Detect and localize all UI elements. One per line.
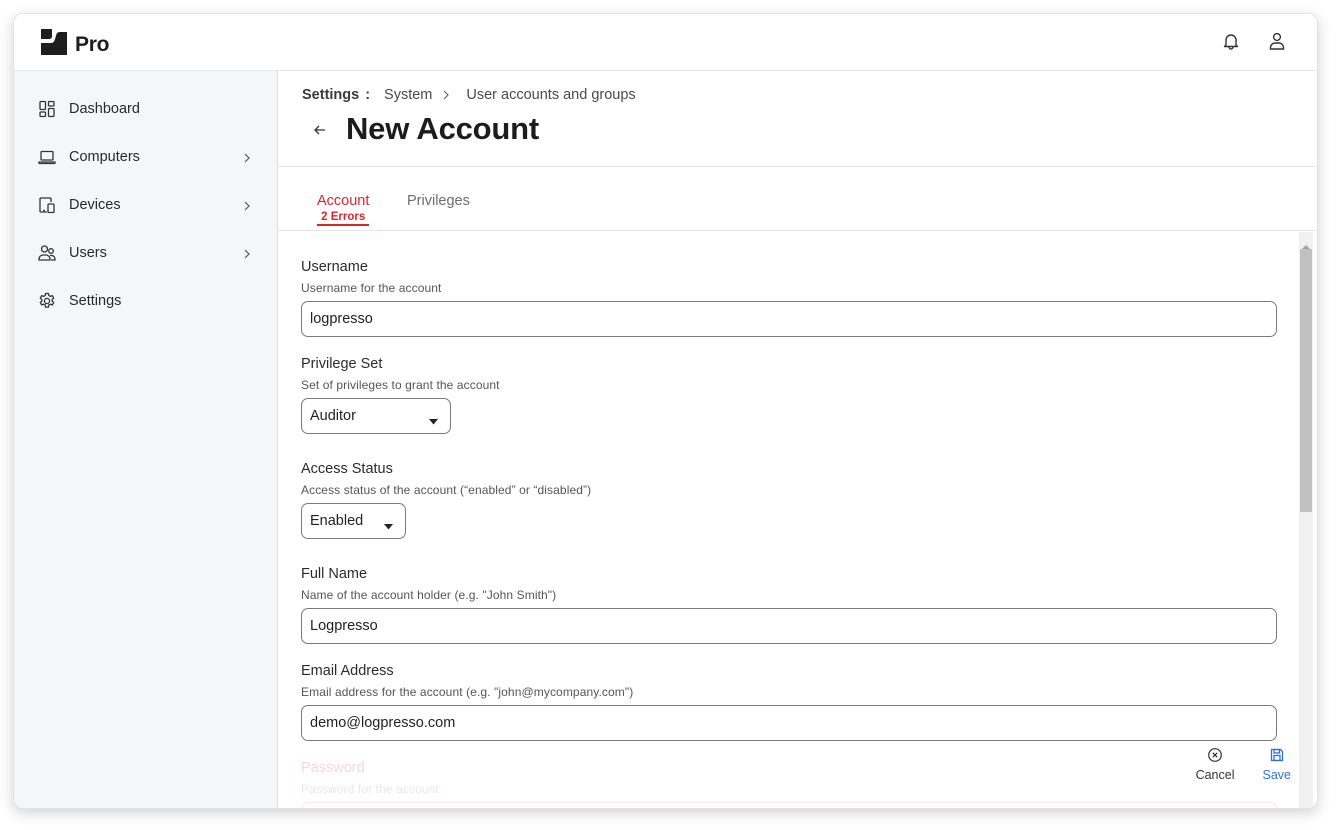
username-input[interactable]: logpresso: [301, 301, 1277, 337]
chevron-right-icon: [242, 199, 252, 211]
cancel-label: Cancel: [1195, 768, 1235, 782]
brand-logo-icon: [41, 29, 67, 60]
scroll-up-arrow-icon[interactable]: [1302, 237, 1310, 249]
breadcrumb-root[interactable]: Settings: [302, 87, 359, 103]
field-label: Username: [301, 259, 368, 275]
privilege-set-field-group: Privilege Set Set of privileges to grant…: [301, 356, 500, 434]
field-label: Full Name: [301, 566, 368, 582]
password-input[interactable]: [301, 802, 1277, 808]
sidebar-item-dashboard[interactable]: Dashboard: [14, 89, 278, 129]
tab-bar: Account 2 Errors Privileges: [278, 167, 1317, 231]
tab-account[interactable]: Account 2 Errors: [317, 193, 370, 226]
tab-label: Account: [317, 193, 370, 209]
user-icon[interactable]: [1267, 31, 1287, 51]
field-label: Password: [301, 760, 365, 776]
field-label: Email Address: [301, 663, 394, 679]
save-label: Save: [1262, 768, 1292, 782]
sidebar-item-label: Devices: [69, 197, 121, 213]
privilege-set-select[interactable]: Auditor: [301, 398, 451, 434]
field-help: Password for the account: [301, 782, 439, 796]
breadcrumb: Settings : System User accounts and grou…: [302, 87, 636, 103]
save-button[interactable]: Save: [1262, 747, 1292, 782]
password-field-group: Password Password for the account: [301, 760, 1277, 808]
chevron-right-icon: [242, 151, 252, 163]
field-label: Privilege Set: [301, 356, 383, 372]
dropdown-caret-icon: [384, 518, 393, 530]
chevron-right-icon: [442, 89, 450, 101]
dashboard-icon: [38, 100, 56, 118]
users-icon: [38, 244, 56, 262]
page-title: New Account: [346, 111, 540, 146]
field-help: Set of privileges to grant the account: [301, 378, 500, 392]
sidebar-item-label: Dashboard: [69, 101, 140, 117]
app-window: Pro Dashboard Computers Devices Users Se…: [13, 13, 1318, 809]
sidebar: Dashboard Computers Devices Users Settin…: [14, 71, 278, 808]
laptop-icon: [38, 148, 56, 166]
chevron-right-icon: [242, 247, 252, 259]
full-name-field-group: Full Name Name of the account holder (e.…: [301, 566, 1277, 644]
active-tab-indicator: [317, 224, 370, 226]
username-field-group: Username Username for the account logpre…: [301, 259, 1277, 337]
field-help: Name of the account holder (e.g. "John S…: [301, 588, 557, 602]
selected-value: Auditor: [310, 408, 356, 424]
field-help: Email address for the account (e.g. "joh…: [301, 685, 634, 699]
sidebar-item-settings[interactable]: Settings: [14, 281, 278, 321]
gear-icon: [38, 292, 56, 310]
error-count-badge: 2 Errors: [321, 211, 366, 223]
dropdown-caret-icon: [429, 413, 438, 425]
sidebar-item-devices[interactable]: Devices: [14, 185, 278, 225]
access-status-field-group: Access Status Access status of the accou…: [301, 461, 591, 539]
breadcrumb-item-user-accounts[interactable]: User accounts and groups: [466, 87, 635, 103]
form-scrollbar[interactable]: [1299, 232, 1313, 808]
close-circle-icon: [1207, 747, 1223, 763]
sidebar-item-label: Computers: [69, 149, 140, 165]
selected-value: Enabled: [310, 513, 364, 529]
account-form: Username Username for the account logpre…: [278, 232, 1317, 808]
tab-label: Privileges: [407, 193, 470, 209]
sidebar-item-users[interactable]: Users: [14, 233, 278, 273]
brand[interactable]: Pro: [41, 29, 109, 60]
breadcrumb-item-system[interactable]: System: [384, 87, 432, 103]
email-input[interactable]: demo@logpresso.com: [301, 705, 1277, 741]
tab-privileges[interactable]: Privileges: [407, 193, 470, 209]
access-status-select[interactable]: Enabled: [301, 503, 406, 539]
field-label: Access Status: [301, 461, 393, 477]
sidebar-item-label: Users: [69, 245, 107, 261]
sidebar-item-label: Settings: [69, 293, 122, 309]
main-content: Settings : System User accounts and grou…: [278, 71, 1317, 808]
form-actions: Cancel Save: [1196, 747, 1291, 782]
page-header: Settings : System User accounts and grou…: [278, 71, 1317, 167]
brand-name: Pro: [75, 32, 110, 56]
back-arrow-icon[interactable]: [312, 122, 328, 138]
top-bar: Pro: [14, 14, 1317, 71]
field-help: Access status of the account (“enabled” …: [301, 483, 592, 497]
save-icon: [1269, 747, 1285, 763]
cancel-button[interactable]: Cancel: [1196, 747, 1235, 782]
full-name-input[interactable]: Logpresso: [301, 608, 1277, 644]
scrollbar-thumb[interactable]: [1300, 249, 1312, 512]
devices-icon: [38, 196, 56, 214]
bell-icon[interactable]: [1221, 31, 1241, 51]
sidebar-item-computers[interactable]: Computers: [14, 137, 278, 177]
breadcrumb-separator: :: [365, 87, 371, 103]
email-field-group: Email Address Email address for the acco…: [301, 663, 1277, 741]
field-help: Username for the account: [301, 281, 442, 295]
